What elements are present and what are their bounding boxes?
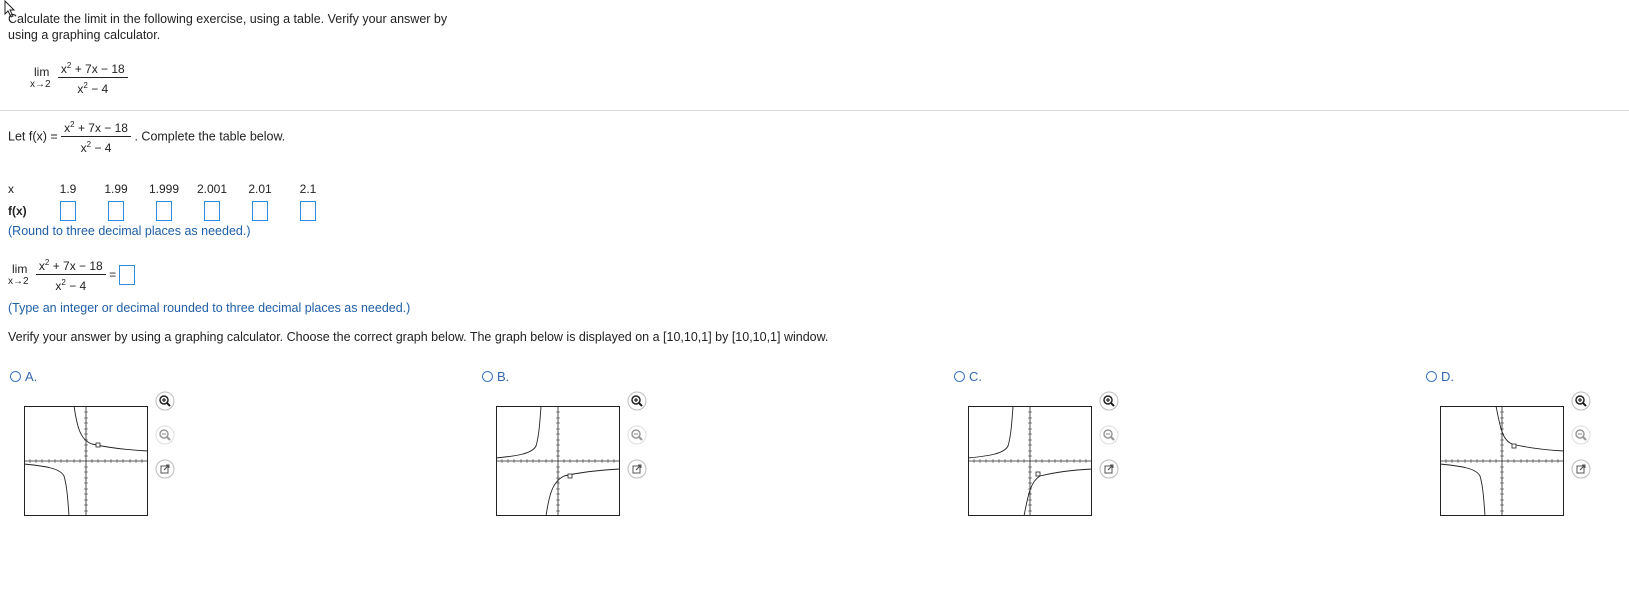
zoom-out-icon [627,425,647,445]
x-value: 2.001 [196,182,228,196]
option-label: A. [25,369,38,384]
zoom-in-button[interactable] [626,390,648,412]
function-definition: Let f(x) = x2 + 7x − 18 x2 − 4 . Complet… [8,118,285,155]
radio-button[interactable] [954,371,965,382]
zoom-out-button[interactable] [154,424,176,446]
graph-a [24,406,148,516]
zoom-in-icon [155,391,175,411]
popout-button[interactable] [1570,458,1592,480]
zoom-in-icon [1571,391,1591,411]
limit-fraction: x2 + 7x − 18 x2 − 4 [57,59,128,96]
popout-button[interactable] [154,458,176,480]
function-fraction: x2 + 7x − 18 x2 − 4 [61,118,131,155]
zoom-out-button[interactable] [1570,424,1592,446]
option-c[interactable]: C. [954,369,982,384]
zoom-out-button[interactable] [626,424,648,446]
zoom-in-button[interactable] [1570,390,1592,412]
lim-label: lim [34,64,50,79]
option-d[interactable]: D. [1426,369,1454,384]
zoom-out-button[interactable] [1098,424,1120,446]
answer-note: (Type an integer or decimal rounded to t… [8,301,411,315]
equals-sign: = [109,267,117,282]
question-text: Calculate the limit in the following exe… [8,12,448,42]
round-note: (Round to three decimal places as needed… [8,224,251,238]
zoom-in-button[interactable] [154,390,176,412]
zoom-out-icon [1099,425,1119,445]
popout-icon [155,459,175,479]
popout-icon [1099,459,1119,479]
graph-b [496,406,620,516]
fx-row-label: f(x) [8,204,27,218]
graph-c [968,406,1092,516]
fraction-denominator: x2 − 4 [77,81,109,96]
divider [0,110,1629,111]
zoom-in-icon [627,391,647,411]
popout-button[interactable] [626,458,648,480]
x-value: 1.999 [148,182,180,196]
value-table: x 1.9 1.99 1.999 2.001 2.01 2.1 f(x) [8,178,332,222]
fx-input-3[interactable] [156,201,172,221]
verify-text: Verify your answer by using a graphing c… [8,330,829,344]
radio-button[interactable] [10,371,21,382]
popout-icon [627,459,647,479]
lim-approach: x→2 [30,78,51,90]
limit-answer-input[interactable] [119,264,136,285]
option-a[interactable]: A. [10,369,37,384]
let-prefix: Let f(x) = [8,129,58,144]
x-value: 1.99 [104,182,128,196]
fx-input-5[interactable] [252,201,268,221]
limit-answer-expression: lim x→2 x2 + 7x − 18 x2 − 4 = [8,256,136,293]
zoom-out-icon [155,425,175,445]
let-suffix: . Complete the table below. [134,129,286,144]
fx-input-1[interactable] [60,201,76,221]
popout-button[interactable] [1098,458,1120,480]
zoom-in-icon [1099,391,1119,411]
x-value: 1.9 [59,182,77,196]
table-row: x 1.9 1.99 1.999 2.001 2.01 2.1 [8,178,332,200]
x-value: 2.01 [248,182,272,196]
radio-button[interactable] [1426,371,1437,382]
fx-input-2[interactable] [108,201,124,221]
fx-input-4[interactable] [204,201,220,221]
option-b[interactable]: B. [482,369,509,384]
zoom-out-icon [1571,425,1591,445]
table-row: f(x) [8,200,332,222]
zoom-in-button[interactable] [1098,390,1120,412]
fx-input-6[interactable] [300,201,316,221]
option-label: B. [497,369,510,384]
x-value: 2.1 [299,182,317,196]
limit-expression: lim x→2 x2 + 7x − 18 x2 − 4 [30,59,128,96]
graph-d [1440,406,1564,516]
fraction-numerator: x2 + 7x − 18 [60,61,125,76]
popout-icon [1571,459,1591,479]
x-row-label: x [8,182,14,196]
option-label: C. [969,369,982,384]
option-label: D. [1441,369,1454,384]
radio-button[interactable] [482,371,493,382]
